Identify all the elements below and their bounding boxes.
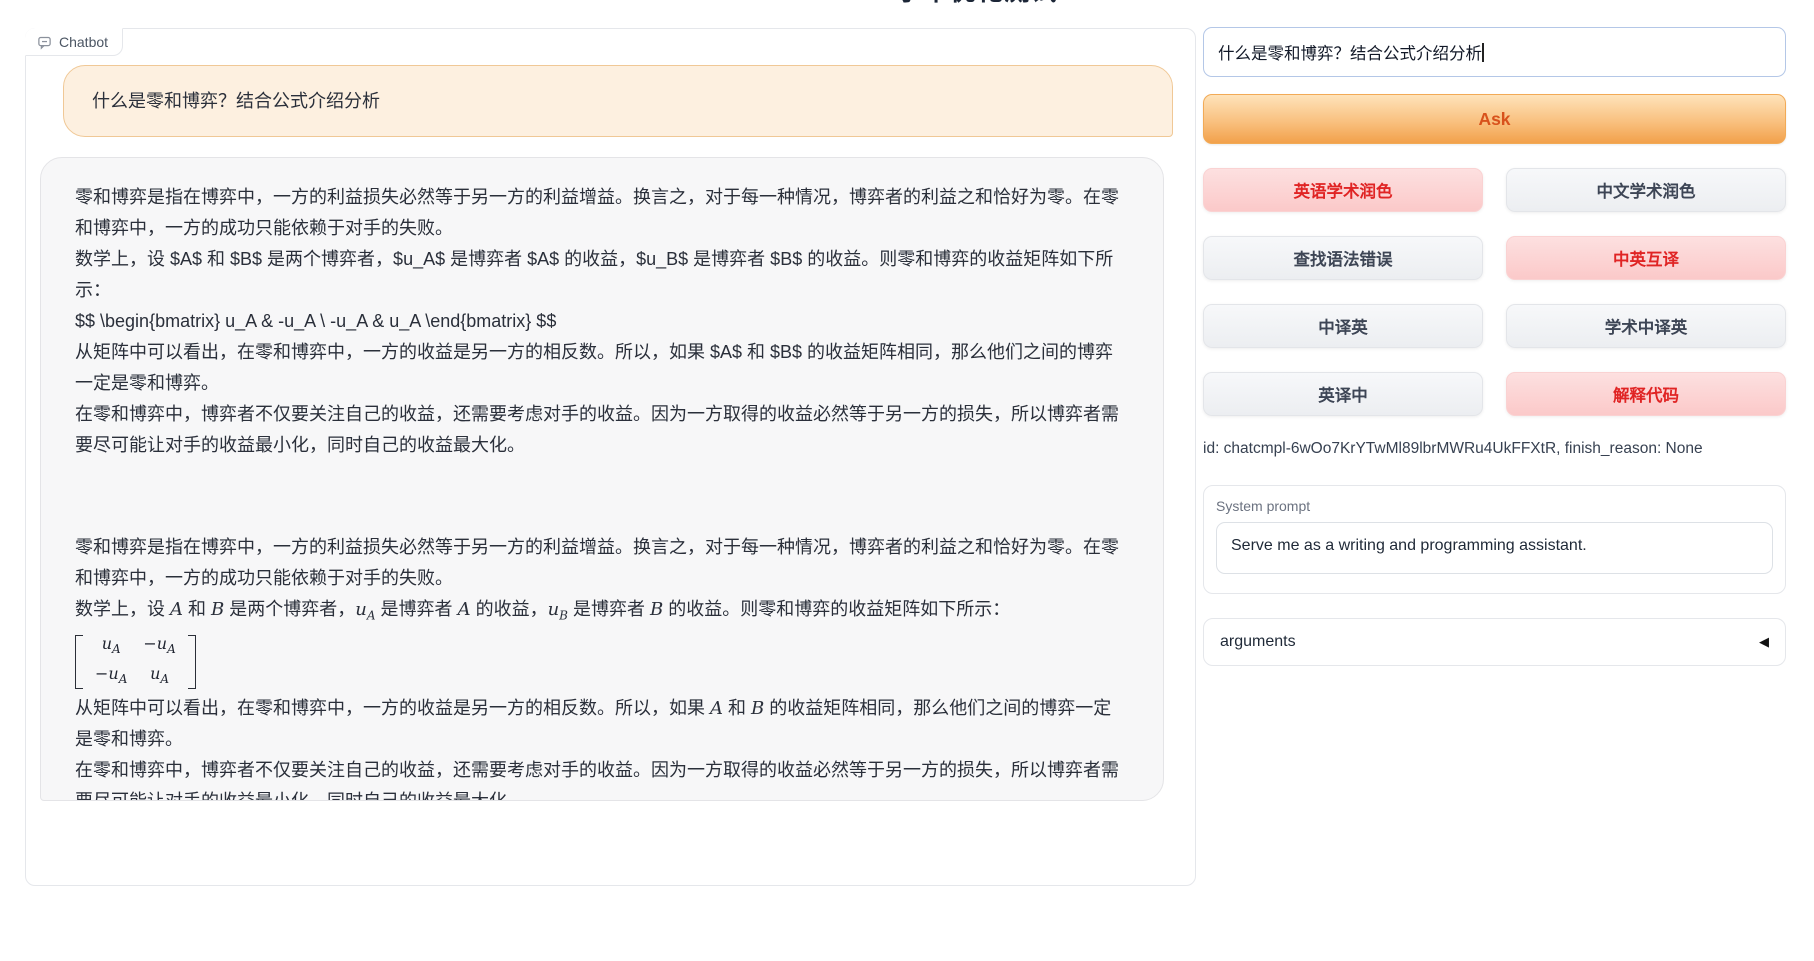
matrix-formula: uA −uA −uA uA (75, 635, 1129, 689)
matrix-right-bracket (188, 635, 196, 689)
prompt-button[interactable]: 英语学术润色 (1203, 168, 1483, 212)
system-prompt-label: System prompt (1216, 498, 1773, 514)
controls-column: 什么是零和博弈？结合公式介绍分析 Ask 英语学术润色中文学术润色查找语法错误中… (1203, 27, 1786, 666)
system-prompt-group: System prompt Serve me as a writing and … (1203, 485, 1786, 594)
prompt-button[interactable]: 中译英 (1203, 304, 1483, 348)
matrix-entries: uA −uA −uA uA (83, 635, 188, 689)
rendered-paragraph-1: 零和博弈是指在博弈中，一方的利益损失必然等于另一方的利益增益。换言之，对于每一种… (75, 532, 1129, 594)
query-input[interactable]: 什么是零和博弈？结合公式介绍分析 (1203, 27, 1786, 77)
clipped-page-title: 学术优化测试 (896, 0, 1116, 7)
matrix-cell: −uA (143, 632, 175, 661)
arguments-accordion[interactable]: arguments ◀ (1203, 618, 1786, 666)
prompt-button-grid: 英语学术润色中文学术润色查找语法错误中英互译中译英学术中译英英译中解释代码 (1203, 168, 1786, 416)
matrix-cell: −uA (95, 662, 127, 691)
rendered-paragraph-4: 在零和博弈中，博弈者不仅要关注自己的收益，还需要考虑对手的收益。因为一方取得的收… (75, 755, 1129, 801)
prompt-button[interactable]: 英译中 (1203, 372, 1483, 416)
rendered-paragraph-2: 数学上，设 A 和 B 是两个博弈者，uA 是博弈者 A 的收益，uB 是博弈者… (75, 594, 1129, 632)
chatbot-panel: Chatbot 什么是零和博弈？结合公式介绍分析 零和博弈是指在博弈中，一方的利… (25, 28, 1196, 886)
api-status-text: id: chatcmpl-6wOo7KrYTwMl89lbrMWRu4UkFFX… (1203, 440, 1786, 458)
collapse-arrow-icon: ◀ (1759, 634, 1769, 650)
rendered-paragraph-3: 从矩阵中可以看出，在零和博弈中，一方的收益是另一方的相反数。所以，如果 A 和 … (75, 693, 1129, 755)
prompt-button[interactable]: 学术中译英 (1506, 304, 1786, 348)
chat-bubble-icon (37, 35, 52, 50)
text-cursor (1482, 43, 1484, 62)
matrix-cell: uA (143, 662, 175, 691)
query-input-text: 什么是零和博弈？结合公式介绍分析 (1218, 45, 1482, 63)
bot-message-gap (75, 461, 1129, 532)
prompt-button[interactable]: 中文学术润色 (1506, 168, 1786, 212)
chatbot-label-text: Chatbot (59, 34, 108, 50)
bot-message-rendered: 零和博弈是指在博弈中，一方的利益损失必然等于另一方的利益增益。换言之，对于每一种… (75, 532, 1129, 801)
matrix-cell: uA (95, 632, 127, 661)
bot-message-raw-text: 零和博弈是指在博弈中，一方的利益损失必然等于另一方的利益增益。换言之，对于每一种… (75, 182, 1129, 461)
prompt-button[interactable]: 查找语法错误 (1203, 236, 1483, 280)
user-message-text: 什么是零和博弈？结合公式介绍分析 (92, 86, 380, 117)
chatbot-label: Chatbot (25, 28, 123, 56)
matrix-left-bracket (75, 635, 83, 689)
ask-button[interactable]: Ask (1203, 94, 1786, 144)
accordion-label: arguments (1220, 633, 1296, 651)
bot-message: 零和博弈是指在博弈中，一方的利益损失必然等于另一方的利益增益。换言之，对于每一种… (40, 157, 1164, 801)
prompt-button[interactable]: 中英互译 (1506, 236, 1786, 280)
user-message: 什么是零和博弈？结合公式介绍分析 (63, 65, 1173, 137)
system-prompt-input[interactable]: Serve me as a writing and programming as… (1216, 522, 1773, 574)
prompt-button[interactable]: 解释代码 (1506, 372, 1786, 416)
